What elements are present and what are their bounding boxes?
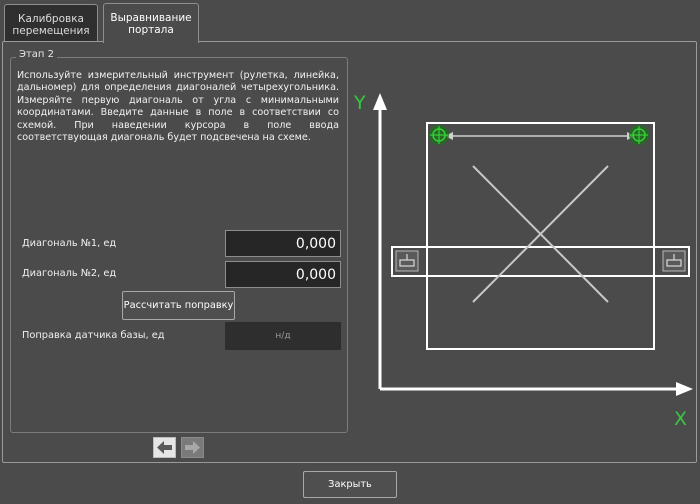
step-legend: Этап 2 [16,49,58,60]
diagonal2-input[interactable] [225,261,341,288]
tab-motion-calibration-line1: Калибровка [18,13,84,25]
step-instructions: Используйте измерительный инструмент (ру… [17,70,339,144]
calculate-correction-button[interactable]: Рассчитать поправку [122,291,235,320]
x-axis-arrow-icon [676,382,693,396]
gantry-beam [391,246,690,277]
correction-label: Поправка датчика базы, ед [22,330,165,341]
diagonal1-label: Диагональ №1, ед [22,238,117,249]
corner-target-right-icon [629,125,649,145]
sensor-left-icon [395,250,419,272]
diagonal1-input[interactable] [225,230,341,257]
sensor-right-icon [662,250,686,272]
arrow-left-icon [157,441,172,454]
tab-portal-alignment-line1: Выравнивание [110,12,192,24]
close-button[interactable]: Закрыть [303,471,397,498]
next-step-button[interactable] [181,437,204,458]
tab-portal-alignment[interactable]: Выравнивание портала [103,3,199,43]
correction-value: н/д [225,322,341,350]
tab-motion-calibration-line2: перемещения [12,25,90,37]
corner-target-left-icon [429,125,449,145]
portal-diagram: Y X [353,92,693,430]
tab-bar: Калибровка перемещения Выравнивание порт… [0,0,700,43]
diagonal2-label: Диагональ №2, ед [22,268,117,279]
tab-portal-alignment-line2: портала [128,24,174,36]
tab-motion-calibration[interactable]: Калибровка перемещения [4,4,98,42]
portal-frame [426,122,655,350]
arrow-right-icon [185,441,200,454]
x-axis-label: X [674,408,687,430]
y-axis-arrow-icon [373,93,387,110]
previous-step-button[interactable] [153,437,176,458]
y-axis-label: Y [353,92,366,114]
